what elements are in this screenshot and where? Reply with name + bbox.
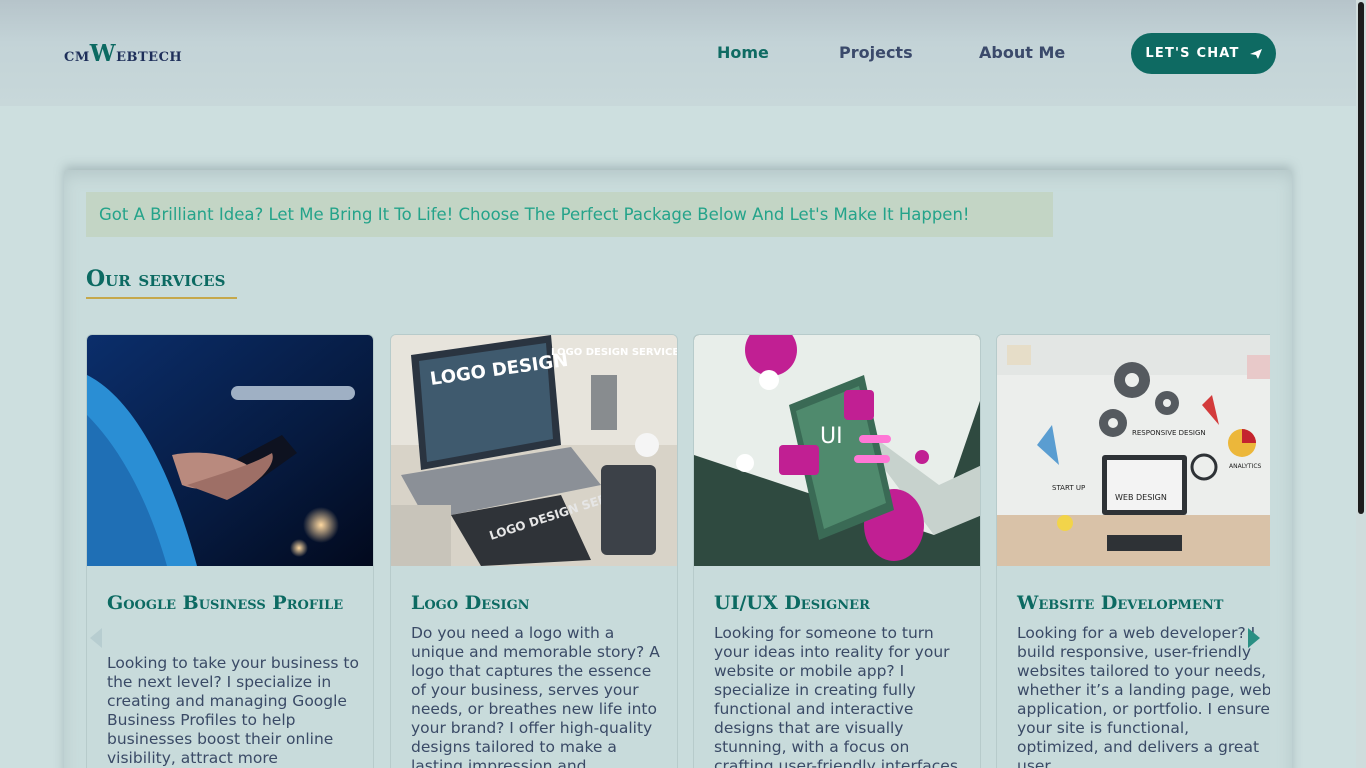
carousel-prev-icon[interactable] <box>86 626 106 650</box>
svg-text:RESPONSIVE DESIGN: RESPONSIVE DESIGN <box>1132 429 1206 437</box>
card-image-logo-design: LOGO DESIGN LOGO DESIGN SERVICE LOGO DES… <box>391 335 678 566</box>
card-image-web-development: WEB DESIGN RESPONSIVE DESIGN START UP AN… <box>997 335 1270 566</box>
card-image-google-business <box>87 335 373 566</box>
card-title: Logo Design <box>411 592 530 614</box>
promo-banner: Got A Brilliant Idea? Let Me Bring It To… <box>86 192 1053 237</box>
page-scrollbar[interactable] <box>1356 0 1366 768</box>
brand-rest: ebtech <box>116 44 183 66</box>
brand-w: W <box>89 40 117 67</box>
service-card[interactable]: WEB DESIGN RESPONSIVE DESIGN START UP AN… <box>996 334 1270 768</box>
card-title: Google Business Profile <box>107 592 344 614</box>
send-icon <box>1249 48 1262 59</box>
service-card[interactable]: LOGO DESIGN LOGO DESIGN SERVICE LOGO DES… <box>390 334 678 768</box>
site-header: cmWebtech Home Projects About Me LET'S C… <box>0 0 1356 106</box>
nav-about[interactable]: About Me <box>979 43 1065 62</box>
card-title: UI/UX Designer <box>714 592 870 614</box>
svg-text:WEB DESIGN: WEB DESIGN <box>1115 493 1167 502</box>
svg-text:ANALYTICS: ANALYTICS <box>1229 463 1262 470</box>
brand-logo[interactable]: cmWebtech <box>64 40 182 67</box>
section-underline <box>86 297 237 299</box>
card-description: Looking for a web developer? I build res… <box>1017 624 1270 768</box>
services-carousel[interactable]: Google Business Profile Looking to take … <box>86 334 1270 768</box>
brand-prefix: cm <box>64 44 90 66</box>
nav-home[interactable]: Home <box>717 43 769 62</box>
card-description: Looking to take your business to the nex… <box>107 654 359 767</box>
lets-chat-button[interactable]: LET'S CHAT <box>1131 33 1276 74</box>
svg-text:LOGO DESIGN SERVICE: LOGO DESIGN SERVICE <box>551 347 678 358</box>
card-description: Do you need a logo with a unique and mem… <box>411 624 660 768</box>
section-title: Our services <box>86 266 226 292</box>
svg-text:START UP: START UP <box>1052 484 1085 492</box>
svg-text:UI: UI <box>820 424 843 449</box>
service-card[interactable]: Google Business Profile Looking to take … <box>86 334 374 768</box>
service-card[interactable]: UI UI/UX Designer Looking for someone to… <box>693 334 981 768</box>
card-image-ui-ux: UI <box>694 335 980 566</box>
lets-chat-label: LET'S CHAT <box>1145 46 1240 61</box>
carousel-next-icon[interactable] <box>1244 626 1264 650</box>
card-title: Website Development <box>1017 592 1224 614</box>
nav-projects[interactable]: Projects <box>839 43 913 62</box>
card-description: Looking for someone to turn your ideas i… <box>714 624 958 768</box>
scrollbar-thumb[interactable] <box>1358 2 1364 514</box>
